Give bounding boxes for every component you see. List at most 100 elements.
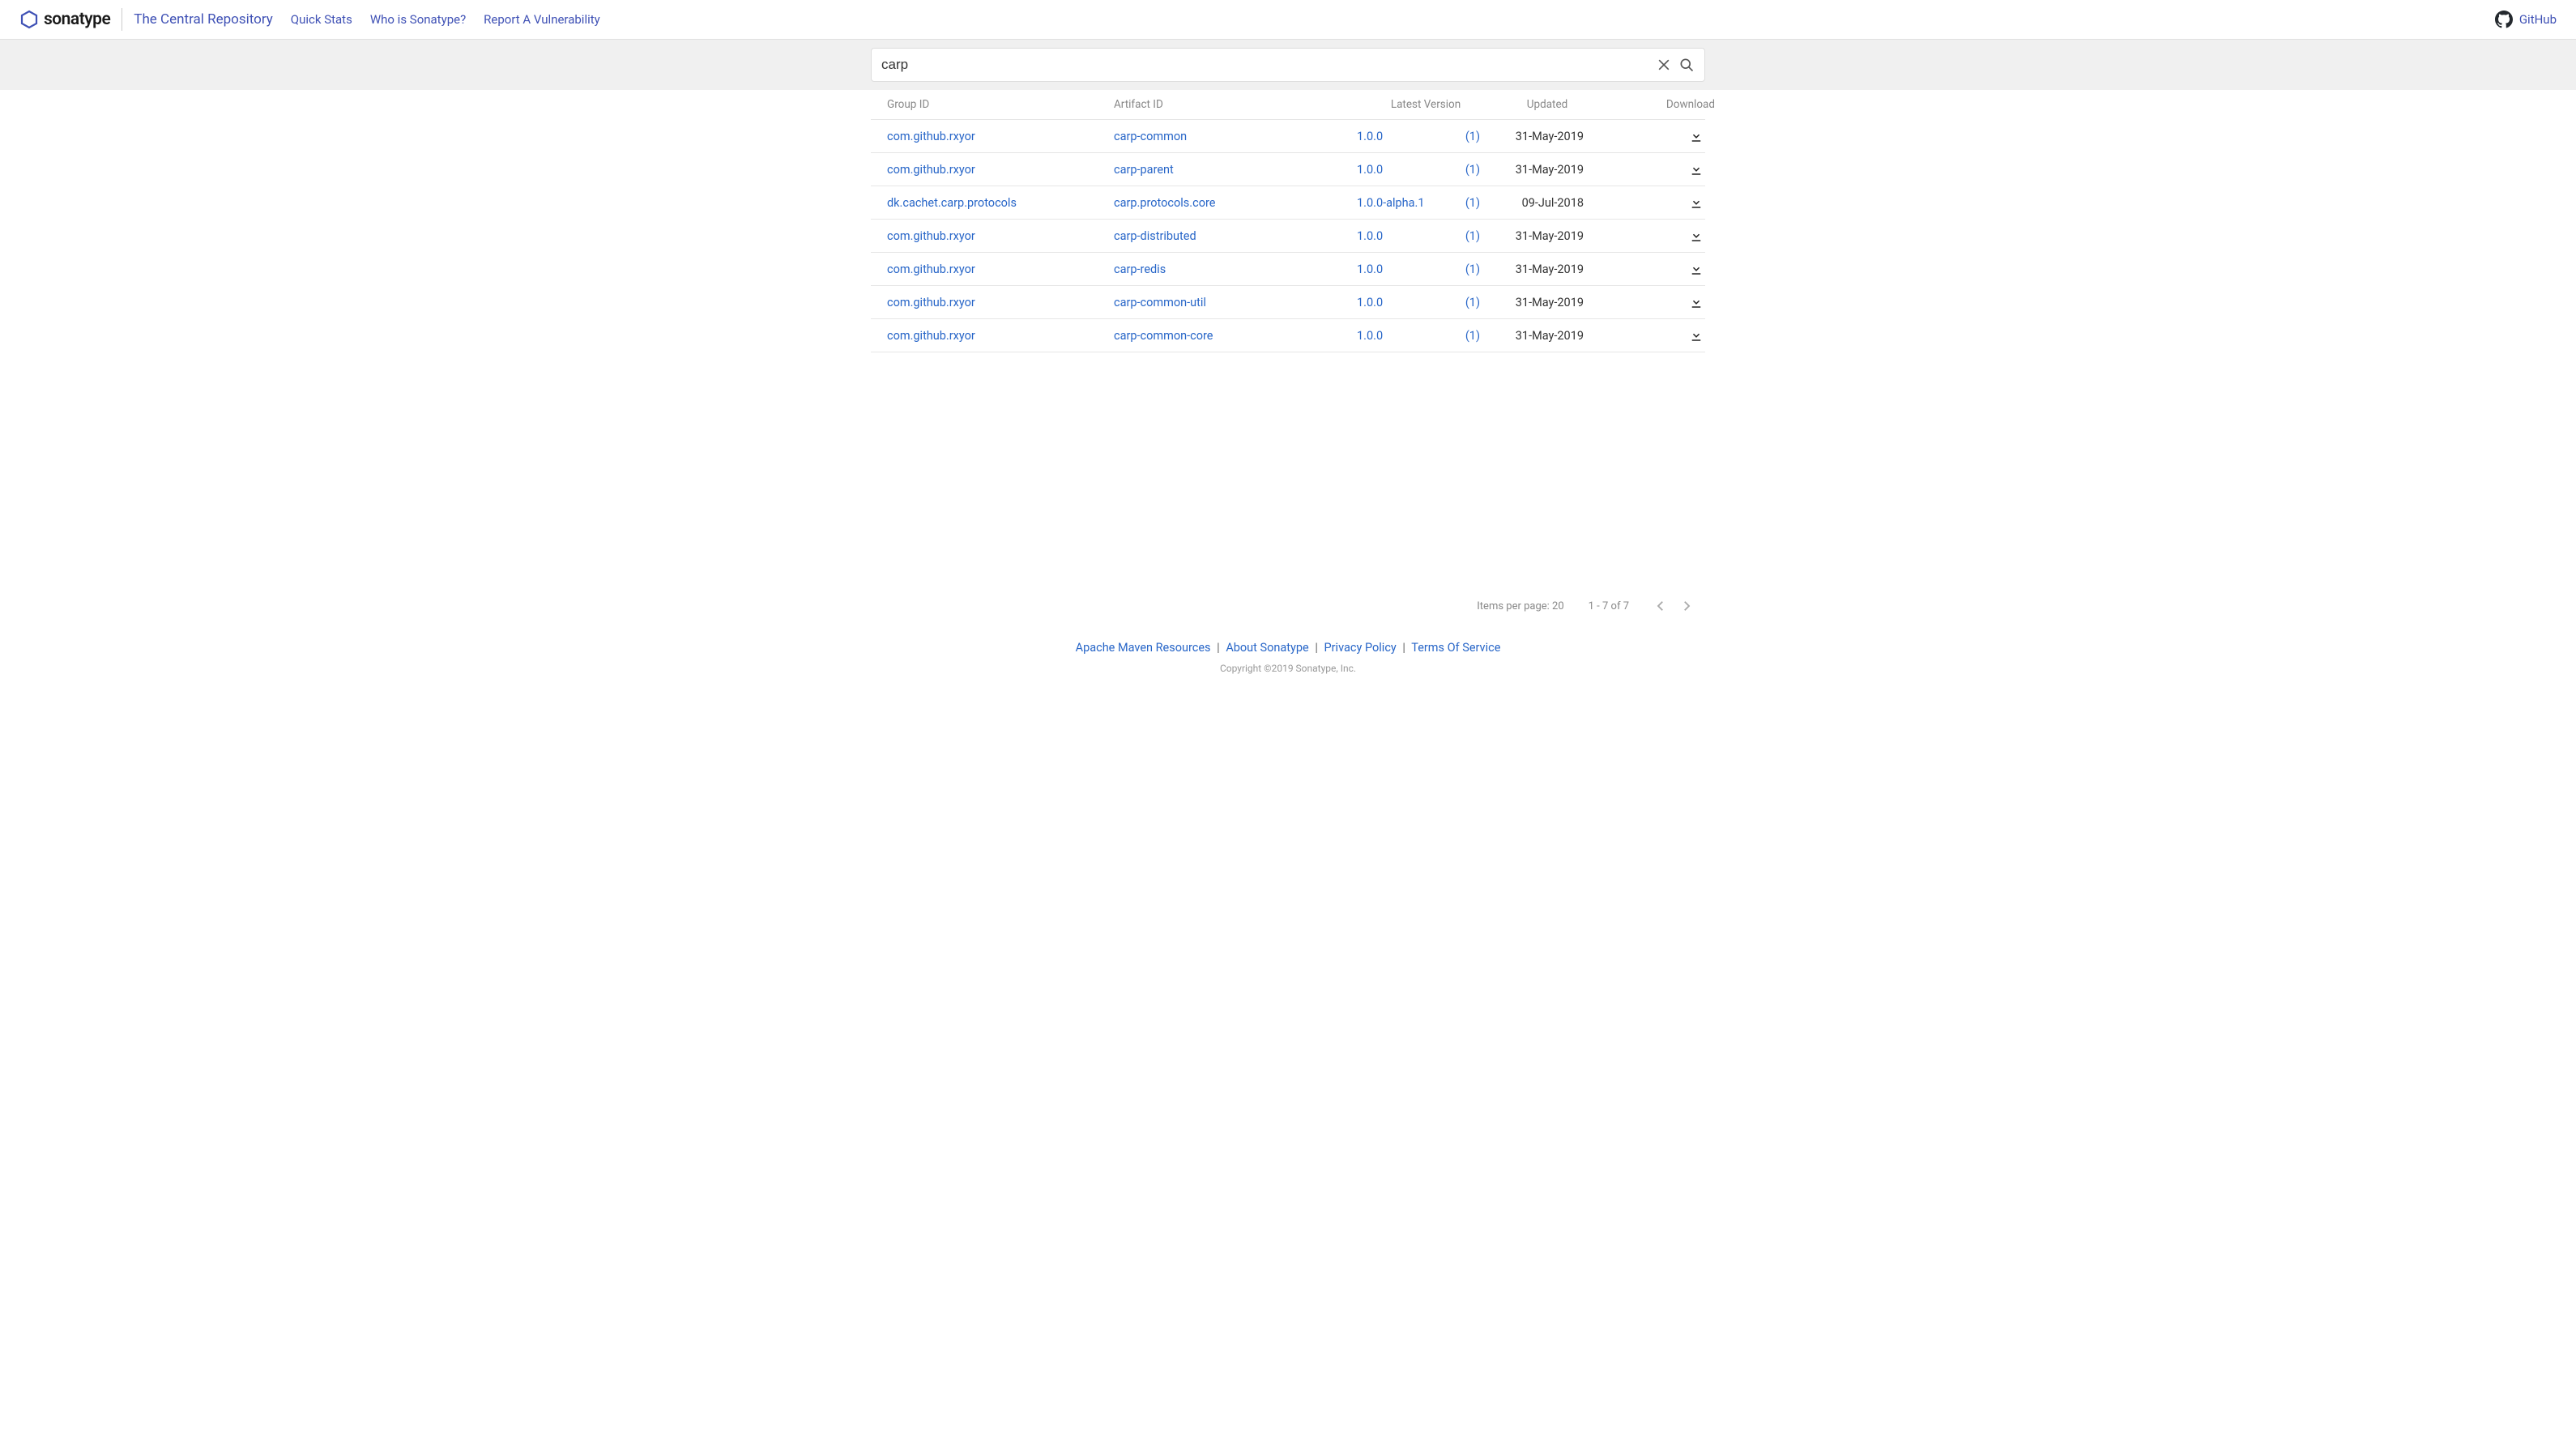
close-icon [1656,57,1672,73]
nav-who-is-sonatype[interactable]: Who is Sonatype? [370,12,466,27]
updated-date: 31-May-2019 [1495,163,1600,177]
search-bar [871,48,1705,82]
artifact-id-link[interactable]: carp-parent [1114,163,1357,177]
footer-about-sonatype[interactable]: About Sonatype [1226,641,1308,655]
search-icon [1678,57,1695,73]
group-id-link[interactable]: com.github.rxyor [887,163,1114,177]
artifact-id-link[interactable]: carp-common [1114,130,1357,143]
latest-version-link[interactable]: 1.0.0 [1357,163,1430,177]
table-header: Group ID Artifact ID Latest Version Upda… [871,90,1705,119]
th-download: Download [1600,98,1721,111]
table-row: com.github.rxyorcarp-distributed1.0.0(1)… [871,219,1705,252]
footer-separator: | [1402,641,1405,655]
search-button[interactable] [1675,53,1698,76]
search-bar-wrap [0,40,2576,90]
latest-version-link[interactable]: 1.0.0 [1357,130,1430,143]
clear-search-button[interactable] [1653,53,1675,76]
updated-date: 31-May-2019 [1495,329,1600,343]
download-icon [1689,328,1704,343]
footer-separator: | [1217,641,1220,655]
latest-version-link[interactable]: 1.0.0 [1357,329,1430,343]
logo-text: sonatype [44,10,110,29]
table-row: com.github.rxyorcarp-common-core1.0.0(1)… [871,318,1705,352]
latest-version-link[interactable]: 1.0.0 [1357,296,1430,309]
version-count-link[interactable]: (1) [1430,329,1495,343]
nav-report-vulnerability[interactable]: Report A Vulnerability [484,12,600,27]
download-icon [1689,295,1704,309]
group-id-link[interactable]: com.github.rxyor [887,130,1114,143]
download-button[interactable] [1600,228,1721,243]
download-button[interactable] [1600,195,1721,210]
github-icon [2495,11,2513,28]
latest-version-link[interactable]: 1.0.0-alpha.1 [1357,196,1430,210]
updated-date: 31-May-2019 [1495,130,1600,143]
download-button[interactable] [1600,328,1721,343]
version-count-link[interactable]: (1) [1430,262,1495,276]
copyright: Copyright ©2019 Sonatype, Inc. [0,663,2576,674]
footer-separator: | [1315,641,1318,655]
version-count-link[interactable]: (1) [1430,296,1495,309]
footer-links: Apache Maven Resources | About Sonatype … [0,641,2576,655]
pager-next-button[interactable] [1679,599,1694,613]
github-link[interactable]: GitHub [2495,11,2557,28]
header: sonatype The Central Repository Quick St… [0,0,2576,40]
table-body: com.github.rxyorcarp-common1.0.0(1)31-Ma… [871,119,1705,352]
footer-apache-maven-resources[interactable]: Apache Maven Resources [1076,641,1211,655]
pager-range: 1 - 7 of 7 [1589,600,1629,612]
latest-version-link[interactable]: 1.0.0 [1357,262,1430,276]
updated-date: 09-Jul-2018 [1495,196,1600,210]
table-row: com.github.rxyorcarp-parent1.0.0(1)31-Ma… [871,152,1705,186]
download-icon [1689,262,1704,276]
download-button[interactable] [1600,162,1721,177]
th-group-id: Group ID [887,98,1114,111]
download-button[interactable] [1600,129,1721,143]
group-id-link[interactable]: com.github.rxyor [887,296,1114,309]
updated-date: 31-May-2019 [1495,262,1600,276]
footer: Apache Maven Resources | About Sonatype … [0,625,2576,682]
logo[interactable]: sonatype [19,10,110,29]
latest-version-link[interactable]: 1.0.0 [1357,229,1430,243]
artifact-id-link[interactable]: carp-distributed [1114,229,1357,243]
version-count-link[interactable]: (1) [1430,229,1495,243]
github-label: GitHub [2519,12,2557,27]
download-icon [1689,162,1704,177]
table-row: com.github.rxyorcarp-common-util1.0.0(1)… [871,285,1705,318]
chevron-right-icon [1679,599,1694,613]
th-updated: Updated [1495,98,1600,111]
artifact-id-link[interactable]: carp-redis [1114,262,1357,276]
results-table: Group ID Artifact ID Latest Version Upda… [871,90,1705,352]
group-id-link[interactable]: com.github.rxyor [887,262,1114,276]
artifact-id-link[interactable]: carp.protocols.core [1114,196,1357,210]
updated-date: 31-May-2019 [1495,229,1600,243]
download-button[interactable] [1600,295,1721,309]
updated-date: 31-May-2019 [1495,296,1600,309]
content: Group ID Artifact ID Latest Version Upda… [0,90,2576,352]
artifact-id-link[interactable]: carp-common-core [1114,329,1357,343]
download-icon [1689,129,1704,143]
pager-prev-button[interactable] [1653,599,1668,613]
footer-privacy-policy[interactable]: Privacy Policy [1324,641,1397,655]
version-count-link[interactable]: (1) [1430,163,1495,177]
group-id-link[interactable]: com.github.rxyor [887,229,1114,243]
table-row: com.github.rxyorcarp-common1.0.0(1)31-Ma… [871,119,1705,152]
version-count-link[interactable]: (1) [1430,196,1495,210]
artifact-id-link[interactable]: carp-common-util [1114,296,1357,309]
page-title[interactable]: The Central Repository [134,11,272,28]
sonatype-logo-icon [19,10,39,29]
group-id-link[interactable]: dk.cachet.carp.protocols [887,196,1114,210]
th-latest-version: Latest Version [1357,98,1495,111]
group-id-link[interactable]: com.github.rxyor [887,329,1114,343]
version-count-link[interactable]: (1) [1430,130,1495,143]
table-row: com.github.rxyorcarp-redis1.0.0(1)31-May… [871,252,1705,285]
nav-quick-stats[interactable]: Quick Stats [291,12,352,27]
download-button[interactable] [1600,262,1721,276]
chevron-left-icon [1653,599,1668,613]
items-per-page[interactable]: Items per page: 20 [1477,600,1563,612]
search-input[interactable] [881,57,1653,73]
download-icon [1689,228,1704,243]
download-icon [1689,195,1704,210]
pager: Items per page: 20 1 - 7 of 7 [871,587,1705,625]
footer-terms-of-service[interactable]: Terms Of Service [1411,641,1500,655]
th-artifact-id: Artifact ID [1114,98,1357,111]
nav-links: Quick Stats Who is Sonatype? Report A Vu… [291,12,600,27]
